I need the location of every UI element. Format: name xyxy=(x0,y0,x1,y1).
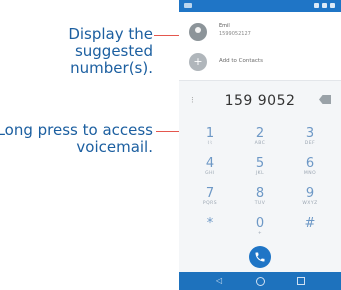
key-digit: # xyxy=(304,216,316,231)
key-letters: PQRS xyxy=(202,201,218,206)
person-avatar-icon xyxy=(189,23,207,41)
suggested-contact-row[interactable]: Emil 1599052127 xyxy=(179,18,341,48)
key-8[interactable]: 8 TUV xyxy=(235,186,285,214)
key-digit: * xyxy=(206,216,214,231)
key-digit: 3 xyxy=(305,126,315,141)
key-digit: 0 xyxy=(255,216,265,231)
dialed-number: 159 9052 xyxy=(224,93,296,109)
key-letters: JKL xyxy=(255,171,265,176)
key-letters: MNO xyxy=(303,171,317,176)
dialed-number-bar: ⁝ 159 9052 xyxy=(179,80,341,122)
status-icons xyxy=(314,3,335,8)
voicemail-icon: ⌇⌇ xyxy=(207,141,213,146)
phone-dialer-screen: Emil 1599052127 + Add to Contacts ⁝ 159 … xyxy=(179,0,341,290)
key-digit: 2 xyxy=(255,126,265,141)
notification-icon xyxy=(184,3,192,8)
back-icon[interactable]: ◁ xyxy=(216,276,222,286)
key-letters: GHI xyxy=(205,171,215,176)
key-letters: DEF xyxy=(304,141,316,146)
signal-icon xyxy=(322,3,327,8)
key-letters: ABC xyxy=(254,141,266,146)
key-0[interactable]: 0 + xyxy=(235,216,285,244)
key-9[interactable]: 9 WXYZ xyxy=(285,186,335,214)
navigation-bar: ◁ xyxy=(179,272,341,290)
key-digit: 9 xyxy=(305,186,315,201)
call-button[interactable] xyxy=(249,246,271,268)
key-digit: 6 xyxy=(305,156,315,171)
key-1[interactable]: 1 ⌇⌇ xyxy=(185,126,235,154)
add-contact-icon: + xyxy=(189,53,207,71)
add-to-contacts-row[interactable]: + Add to Contacts xyxy=(179,48,341,78)
status-bar xyxy=(179,0,341,12)
battery-icon xyxy=(330,3,335,8)
key-digit: 7 xyxy=(205,186,215,201)
key-letters: WXYZ xyxy=(302,201,318,206)
voicemail-callout: Long press to access voicemail. xyxy=(0,121,153,156)
key-letters: TUV xyxy=(254,201,266,206)
suggestion-panel: Emil 1599052127 + Add to Contacts xyxy=(179,12,341,80)
suggested-contact-number: 1599052127 xyxy=(219,31,251,37)
key-hash[interactable]: # xyxy=(285,216,335,244)
key-star[interactable]: * xyxy=(185,216,235,244)
phone-icon xyxy=(255,252,265,262)
home-icon[interactable] xyxy=(256,277,265,286)
recent-apps-icon[interactable] xyxy=(297,277,305,285)
key-digit: 8 xyxy=(255,186,265,201)
wifi-icon xyxy=(314,3,319,8)
key-digit: 5 xyxy=(255,156,265,171)
add-to-contacts-label: Add to Contacts xyxy=(219,58,263,64)
key-digit: 1 xyxy=(205,126,215,141)
key-digit: 4 xyxy=(205,156,215,171)
key-5[interactable]: 5 JKL xyxy=(235,156,285,184)
suggested-number-callout: Display the suggested number(s). xyxy=(68,25,153,77)
key-4[interactable]: 4 GHI xyxy=(185,156,235,184)
suggested-contact-name: Emil xyxy=(219,23,230,29)
key-2[interactable]: 2 ABC xyxy=(235,126,285,154)
key-7[interactable]: 7 PQRS xyxy=(185,186,235,214)
key-plus: + xyxy=(257,231,263,236)
key-3[interactable]: 3 DEF xyxy=(285,126,335,154)
key-6[interactable]: 6 MNO xyxy=(285,156,335,184)
